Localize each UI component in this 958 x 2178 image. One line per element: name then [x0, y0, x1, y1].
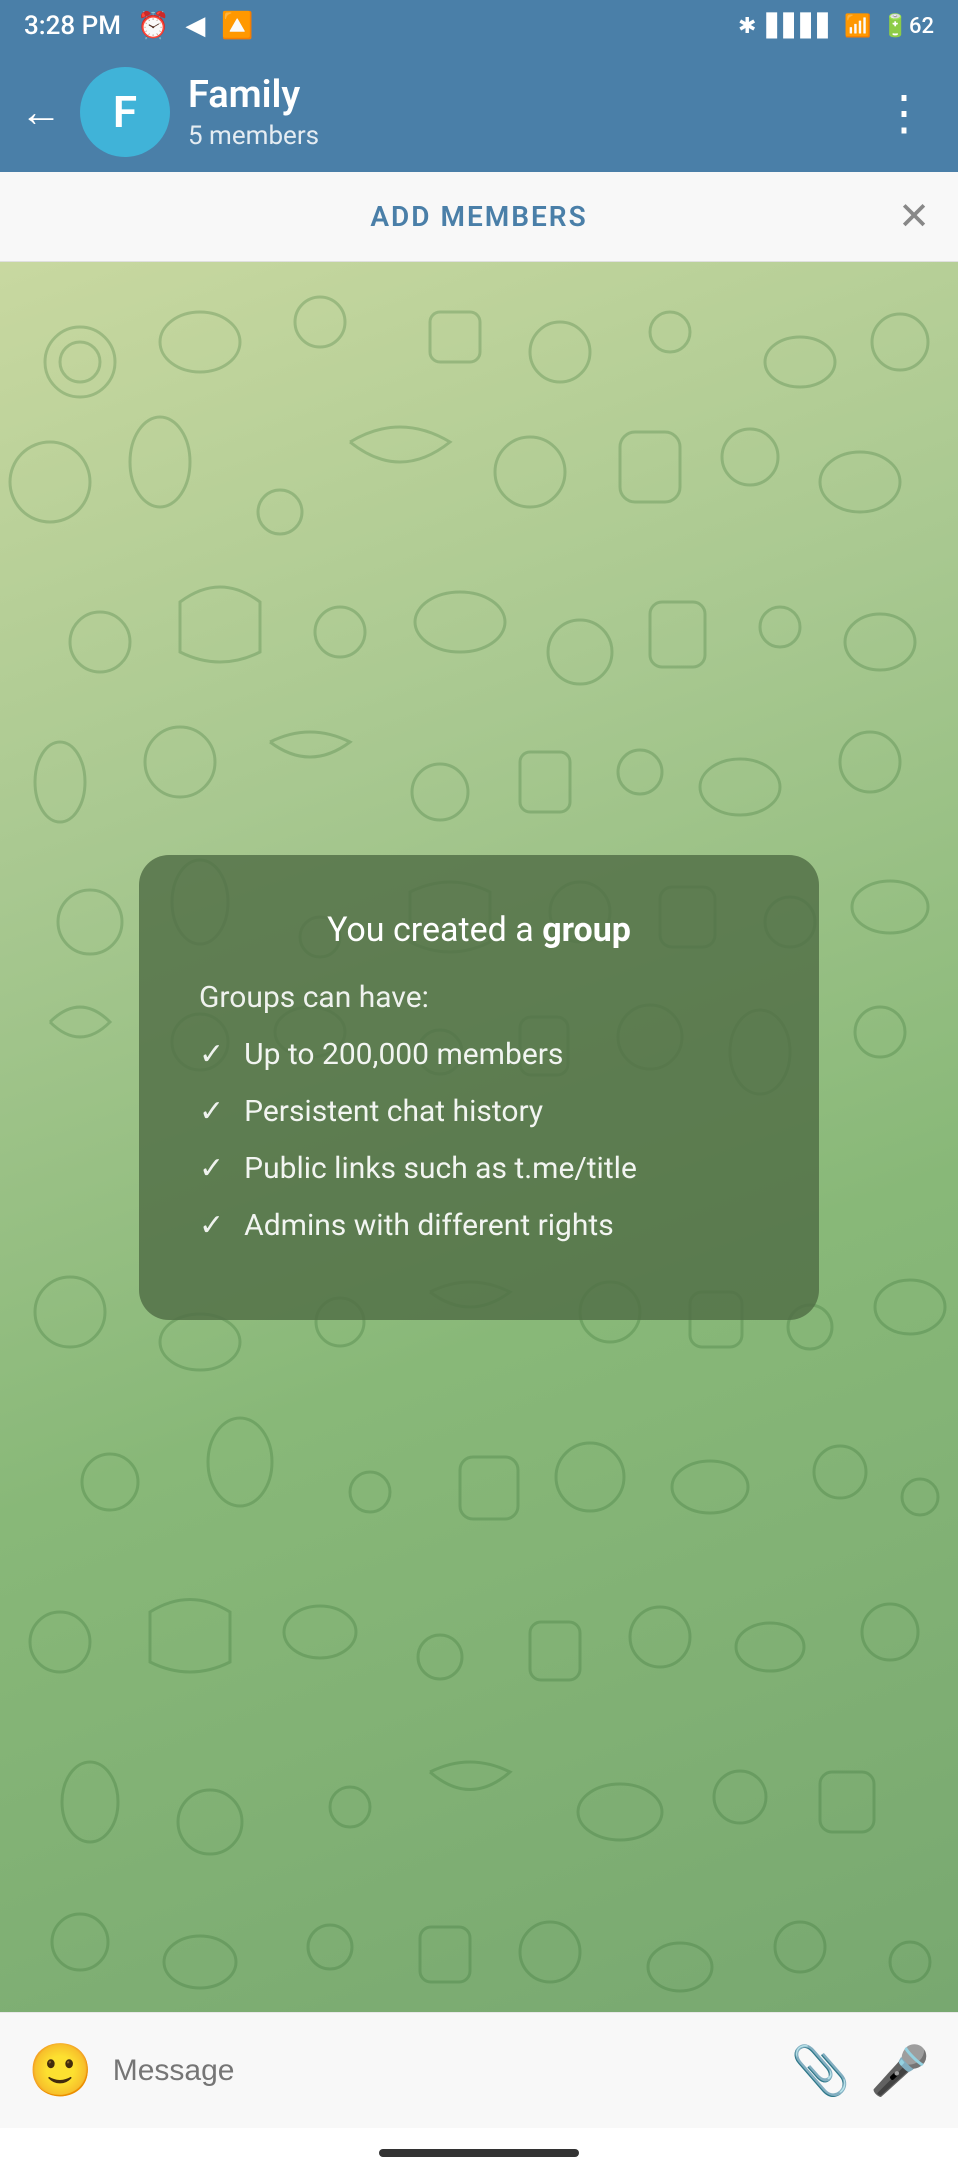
battery-icon: 🔋62 [882, 14, 934, 39]
status-right: ✱ ▋▋▋▋ 📶 🔋62 [738, 14, 934, 39]
status-left: 3:28 PM ⏰ ◀ 🔼 [24, 11, 254, 41]
member-count: 5 members [188, 121, 319, 151]
message-input-bar: 🙂 📎 🎤 [0, 2012, 958, 2128]
feature-item-2: ✓ Persistent chat history [199, 1094, 759, 1129]
more-options-button[interactable]: ⋮ [870, 74, 938, 151]
home-bar [379, 2149, 579, 2157]
feature-item-1: ✓ Up to 200,000 members [199, 1037, 759, 1072]
close-button[interactable]: ✕ [898, 194, 930, 239]
group-avatar: F [80, 67, 170, 157]
wifi-icon: 📶 [844, 14, 871, 39]
attach-button[interactable]: 📎 [790, 2042, 850, 2099]
feature-item-3: ✓ Public links such as t.me/title [199, 1151, 759, 1186]
header-left: ← F Family 5 members [20, 67, 319, 157]
signal-icon: ▋▋▋▋ [766, 14, 834, 39]
chat-header: ← F Family 5 members ⋮ [0, 52, 958, 172]
feature-text-1: Up to 200,000 members [244, 1037, 563, 1072]
app-icon: 🔼 [221, 11, 253, 41]
chat-background: You created a group Groups can have: ✓ U… [0, 262, 958, 2012]
bluetooth-icon: ✱ [738, 14, 756, 39]
group-info-card: You created a group Groups can have: ✓ U… [139, 855, 819, 1320]
card-title: You created a group [199, 910, 759, 950]
feature-text-2: Persistent chat history [244, 1094, 543, 1129]
check-icon-1: ✓ [199, 1037, 224, 1072]
feature-text-4: Admins with different rights [244, 1208, 614, 1243]
check-icon-3: ✓ [199, 1151, 224, 1186]
check-icon-4: ✓ [199, 1208, 224, 1243]
feature-text-3: Public links such as t.me/title [244, 1151, 637, 1186]
message-input[interactable] [113, 2054, 771, 2088]
check-icon-2: ✓ [199, 1094, 224, 1129]
add-members-label[interactable]: ADD MEMBERS [370, 200, 587, 233]
add-members-bar: ADD MEMBERS ✕ [0, 172, 958, 262]
time: 3:28 PM [24, 11, 121, 41]
microphone-button[interactable]: 🎤 [870, 2042, 930, 2099]
card-subtitle: Groups can have: [199, 980, 759, 1015]
navigation-icon: ◀ [185, 11, 205, 41]
status-bar: 3:28 PM ⏰ ◀ 🔼 ✱ ▋▋▋▋ 📶 🔋62 [0, 0, 958, 52]
header-info: Family 5 members [188, 73, 319, 151]
alarm-icon: ⏰ [137, 11, 169, 41]
home-indicator [0, 2128, 958, 2178]
feature-item-4: ✓ Admins with different rights [199, 1208, 759, 1243]
group-name: Family [188, 73, 319, 117]
back-button[interactable]: ← [20, 88, 62, 137]
emoji-button[interactable]: 🙂 [28, 2040, 93, 2101]
